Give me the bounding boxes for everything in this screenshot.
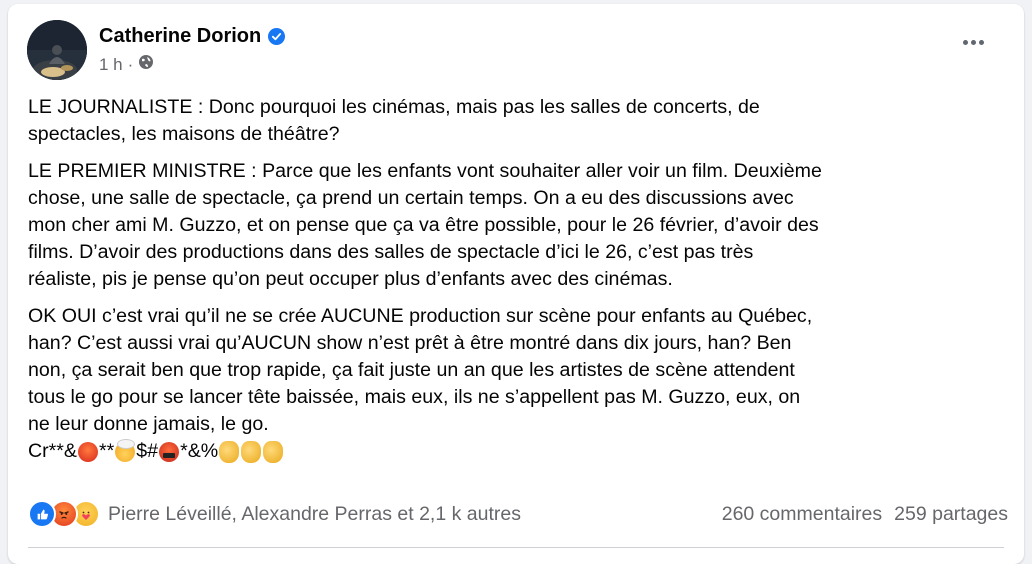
post-meta: 1 h · [99, 54, 154, 75]
more-dot-icon [971, 40, 976, 45]
more-options-button[interactable] [963, 40, 984, 45]
actions-divider [28, 547, 1004, 548]
more-dot-icon [963, 40, 968, 45]
post-paragraph: LE JOURNALISTE : Donc pourquoi les ciném… [28, 96, 760, 145]
globe-icon [138, 54, 154, 75]
post-time[interactable]: 1 h [99, 55, 123, 75]
post-emoji-line: Cr**& ** $# *&% [28, 438, 1008, 465]
post-card: Catherine Dorion 1 h · LE JOURNALISTE : … [8, 4, 1024, 564]
emoji-line-text: ** [99, 440, 115, 462]
emoji-line-text: Cr**& [28, 440, 77, 462]
more-dot-icon [979, 40, 984, 45]
mind-blown-emoji-icon [115, 438, 136, 462]
meta-separator: · [127, 54, 134, 74]
cursing-face-emoji-icon [159, 441, 180, 462]
post-stats: 260 commentaires 259 partages [722, 503, 1008, 526]
shares-count[interactable]: 259 partages [894, 503, 1008, 526]
author-row: Catherine Dorion [99, 25, 286, 48]
like-icon [28, 500, 56, 528]
avatar[interactable] [27, 20, 87, 80]
post-paragraph: LE PREMIER MINISTRE : Parce que les enfa… [28, 160, 822, 290]
comments-count[interactable]: 260 commentaires [722, 503, 882, 526]
post-paragraph: OK OUI c’est vrai qu’il ne se crée AUCUN… [28, 305, 813, 435]
post-text: LE JOURNALISTE : Donc pourquoi les ciném… [28, 94, 1008, 465]
verified-badge-icon [268, 28, 286, 45]
reactions-bar: Pierre Léveillé, Alexandre Perras et 2,1… [28, 498, 1008, 530]
clapping-hands-emoji-icon [241, 440, 262, 463]
emoji-line-text: $# [136, 440, 159, 462]
clapping-hands-emoji-icon [219, 440, 240, 463]
author-name[interactable]: Catherine Dorion [99, 25, 261, 48]
avatar-photo [27, 20, 87, 80]
reaction-icons[interactable] [28, 500, 100, 528]
reactors-summary[interactable]: Pierre Léveillé, Alexandre Perras et 2,1… [108, 503, 521, 526]
angry-face-emoji-icon [78, 441, 98, 462]
emoji-line-text: *&% [180, 440, 219, 462]
clapping-hands-emoji-icon [263, 440, 284, 463]
